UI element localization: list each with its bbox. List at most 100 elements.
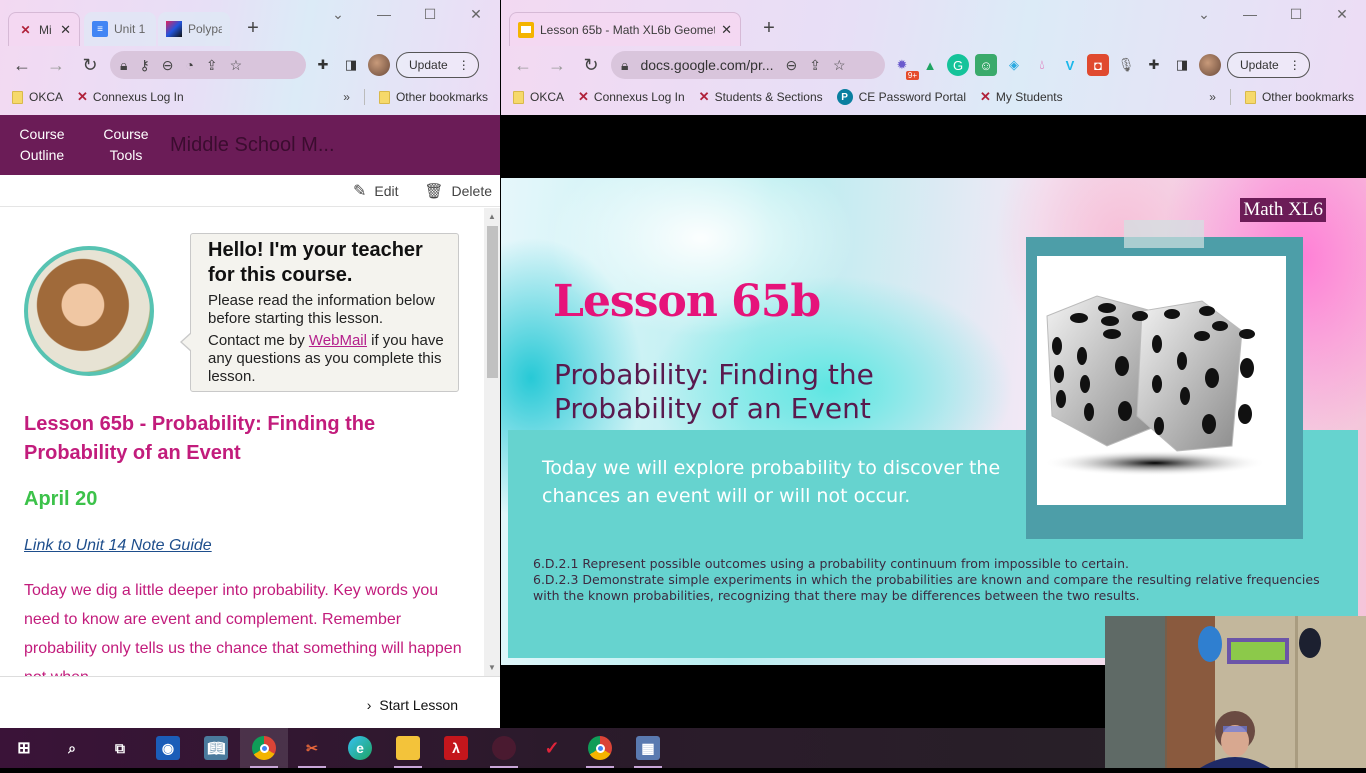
nav-label: Outline (19, 147, 65, 163)
performance-icon[interactable]: ◔ (185, 57, 193, 73)
close-tab-icon[interactable]: ✕ (721, 22, 732, 38)
scrollbar-thumb[interactable] (487, 226, 498, 378)
task-view-button[interactable]: ⧉ (96, 728, 144, 768)
start-lesson-button[interactable]: › Start Lesson (367, 697, 458, 713)
taskbar-calculator[interactable]: ▦ (624, 728, 672, 768)
minimize-icon[interactable]: — (1227, 6, 1273, 23)
nav-course-outline[interactable]: Course Outline (0, 124, 84, 166)
vimeo-icon[interactable]: V (1059, 54, 1081, 76)
delete-button[interactable]: 🗑︎ Delete (424, 182, 492, 200)
extensions-icon[interactable]: ✚ (312, 54, 334, 76)
update-button[interactable]: Update ⋮ (1227, 52, 1310, 78)
webcam-feed (1105, 616, 1366, 768)
screen-capture-icon[interactable]: ◘ (1087, 54, 1109, 76)
tab-google-slides[interactable]: Lesson 65b - Math XL6b Geomet ✕ (509, 12, 741, 46)
note-guide-link[interactable]: Link to Unit 14 Note Guide (24, 537, 212, 555)
other-bookmarks[interactable]: Other bookmarks (378, 90, 488, 104)
tab-search-icon[interactable]: ⌄ (1181, 6, 1227, 23)
bookmark-connexus-login[interactable]: ✕ Connexus Log In (578, 89, 685, 105)
taskbar-file-explorer[interactable] (384, 728, 432, 768)
search-button[interactable]: ⌕ (48, 728, 96, 768)
more-bookmarks-icon[interactable]: » (1209, 90, 1216, 104)
maximize-icon[interactable]: ☐ (407, 6, 453, 23)
key-icon[interactable]: ⚷ (139, 57, 149, 74)
forward-icon[interactable]: → (543, 55, 571, 76)
acrobat-icon: λ (444, 736, 468, 760)
bookmark-my-students[interactable]: ✕ My Students (980, 89, 1063, 105)
lesson-description: Today we dig a little deeper into probab… (24, 582, 462, 676)
close-window-icon[interactable]: ✕ (453, 6, 499, 23)
scroll-down-icon[interactable]: ▼ (484, 663, 500, 672)
tab-unit[interactable]: ≡ Unit 1 (84, 12, 156, 46)
menu-icon[interactable]: ⋮ (1289, 58, 1301, 72)
tab-polypad[interactable]: Polypa (158, 12, 230, 46)
browser-chrome: Lesson 65b - Math XL6b Geomet ✕ + ⌄ — ☐ … (501, 0, 1366, 115)
address-bar[interactable]: 🔒︎ ⚷ ⊖ ◔ ⇪ ☆ (110, 51, 306, 79)
extensions-icon[interactable]: ✚ (1143, 54, 1165, 76)
taskbar-vivi[interactable]: ✓ (528, 728, 576, 768)
window-controls: ⌄ — ☐ ✕ (1181, 6, 1365, 23)
kindle-icon: 📖︎ (204, 736, 228, 760)
other-bookmarks[interactable]: Other bookmarks (1244, 90, 1354, 104)
bookmark-connexus-login[interactable]: ✕ Connexus Log In (77, 89, 184, 105)
bookmark-ce-password-portal[interactable]: P CE Password Portal (836, 89, 966, 105)
taskbar-app-2[interactable] (480, 728, 528, 768)
url-text[interactable]: docs.google.com/pr... (640, 57, 773, 73)
scrollbar[interactable]: ▲ ▼ (484, 208, 500, 676)
taskbar-acrobat[interactable]: λ (432, 728, 480, 768)
update-button[interactable]: Update ⋮ (396, 52, 479, 78)
update-label: Update (1240, 58, 1279, 72)
slide-objective: Today we will explore probability to dis… (542, 457, 1001, 507)
standard-item: 6.D.2.3 Demonstrate simple experiments i… (533, 572, 1320, 603)
share-icon[interactable]: ⇪ (809, 57, 821, 74)
google-drive-icon[interactable]: ▲ (919, 54, 941, 76)
bookmark-star-icon[interactable]: ☆ (230, 57, 243, 74)
start-button[interactable]: ⊞ (0, 728, 48, 768)
back-icon[interactable]: ← (8, 55, 36, 76)
share-icon[interactable]: ⇪ (206, 57, 218, 74)
scroll-up-icon[interactable]: ▲ (484, 212, 500, 221)
address-bar[interactable]: 🔒︎ docs.google.com/pr... ⊖ ⇪ ☆ (611, 51, 885, 79)
taskbar-kindle[interactable]: 📖︎ (192, 728, 240, 768)
minimize-icon[interactable]: — (361, 6, 407, 23)
profile-avatar[interactable] (368, 54, 390, 76)
back-icon[interactable]: ← (509, 55, 537, 76)
bookmark-okca[interactable]: OKCA (513, 90, 564, 104)
bookmark-star-icon[interactable]: ☆ (833, 57, 846, 74)
reload-icon[interactable]: ↻ (577, 55, 605, 76)
webcam-overlay[interactable] (1105, 616, 1366, 768)
new-tab-button[interactable]: + (241, 17, 265, 40)
bookmark-students-sections[interactable]: ✕ Students & Sections (699, 89, 823, 105)
webmail-link[interactable]: WebMail (309, 332, 367, 349)
close-window-icon[interactable]: ✕ (1319, 6, 1365, 23)
new-tab-button[interactable]: + (757, 17, 781, 40)
reload-icon[interactable]: ↻ (76, 55, 104, 76)
tab-connexus[interactable]: ✕ Mi ✕ (8, 12, 80, 46)
bookmark-okca[interactable]: OKCA (12, 90, 63, 104)
side-panel-icon[interactable]: ◨ (1171, 54, 1193, 76)
side-panel-icon[interactable]: ◨ (340, 54, 362, 76)
extension-notifications-icon[interactable]: ✹ 9+ (891, 54, 919, 80)
taskbar-app[interactable]: ◉ (144, 728, 192, 768)
zoom-icon[interactable]: ⊖ (162, 57, 174, 74)
grammarly-icon[interactable]: G (947, 54, 969, 76)
forward-icon[interactable]: → (42, 55, 70, 76)
edit-button[interactable]: ✎ Edit (353, 181, 399, 201)
screencast-icon[interactable]: ◈ (1003, 54, 1025, 76)
profile-avatar[interactable] (1199, 54, 1221, 76)
taskbar-edge[interactable]: e (336, 728, 384, 768)
microphone-icon[interactable]: 🎙︎ (1115, 54, 1137, 76)
connexus-icon: ✕ (980, 89, 991, 104)
menu-icon[interactable]: ⋮ (458, 58, 470, 72)
more-bookmarks-icon[interactable]: » (343, 90, 350, 104)
tab-search-icon[interactable]: ⌄ (315, 6, 361, 23)
taskbar-chrome-2[interactable] (576, 728, 624, 768)
zoom-icon[interactable]: ⊖ (786, 57, 798, 74)
nav-course-tools[interactable]: Course Tools (84, 124, 168, 166)
bitmoji-icon[interactable]: ☺ (975, 54, 997, 76)
flame-extension-icon[interactable]: 💧︎ (1031, 54, 1053, 76)
taskbar-chrome-1[interactable] (240, 728, 288, 768)
taskbar-snipping-tool[interactable]: ✂ (288, 728, 336, 768)
maximize-icon[interactable]: ☐ (1273, 6, 1319, 23)
close-tab-icon[interactable]: ✕ (60, 22, 71, 38)
